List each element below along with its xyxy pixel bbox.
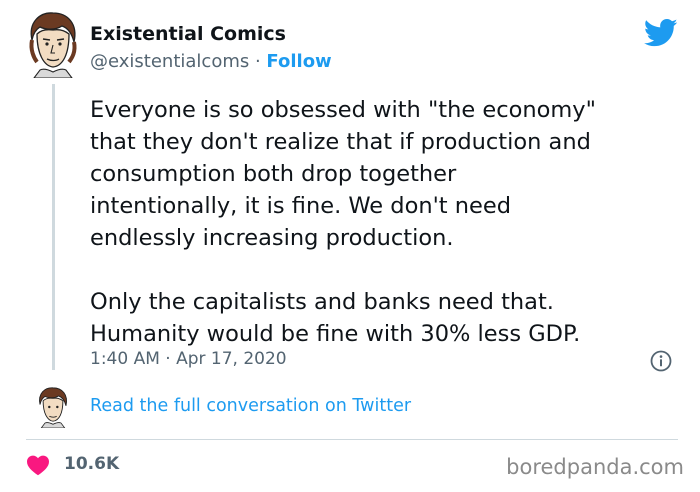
- follow-button[interactable]: Follow: [266, 51, 331, 72]
- avatar-portrait: [26, 10, 80, 78]
- avatar-portrait-small: [36, 386, 70, 428]
- tweet-paragraph: Everyone is so obsessed with "the econom…: [90, 97, 596, 251]
- watermark: boredpanda.com: [506, 455, 684, 479]
- tweet-body: Everyone is so obsessed with "the econom…: [90, 94, 680, 350]
- tweet-date: Apr 17, 2020: [176, 349, 287, 369]
- author-avatar[interactable]: [26, 10, 80, 78]
- heart-icon[interactable]: [26, 454, 50, 476]
- tweet-paragraph: Only the capitalists and banks need that…: [90, 289, 581, 347]
- divider: [26, 439, 678, 440]
- timestamp-separator: ·: [159, 349, 177, 369]
- handle-separator: ·: [249, 51, 267, 72]
- like-count[interactable]: 10.6K: [64, 454, 119, 474]
- read-conversation-link[interactable]: Read the full conversation on Twitter: [90, 396, 411, 416]
- tweet-time: 1:40 AM: [90, 349, 160, 369]
- author-handle-row: @existentialcoms · Follow: [90, 51, 332, 72]
- thread-connector: [52, 84, 55, 370]
- info-icon[interactable]: [650, 350, 672, 372]
- author-name[interactable]: Existential Comics: [90, 23, 286, 45]
- tweet-card: Existential Comics @existentialcoms · Fo…: [0, 0, 700, 492]
- reply-avatar[interactable]: [36, 386, 70, 428]
- twitter-bird-icon[interactable]: [644, 18, 678, 48]
- tweet-timestamp[interactable]: 1:40 AM · Apr 17, 2020: [90, 349, 287, 369]
- author-handle[interactable]: @existentialcoms: [90, 51, 249, 72]
